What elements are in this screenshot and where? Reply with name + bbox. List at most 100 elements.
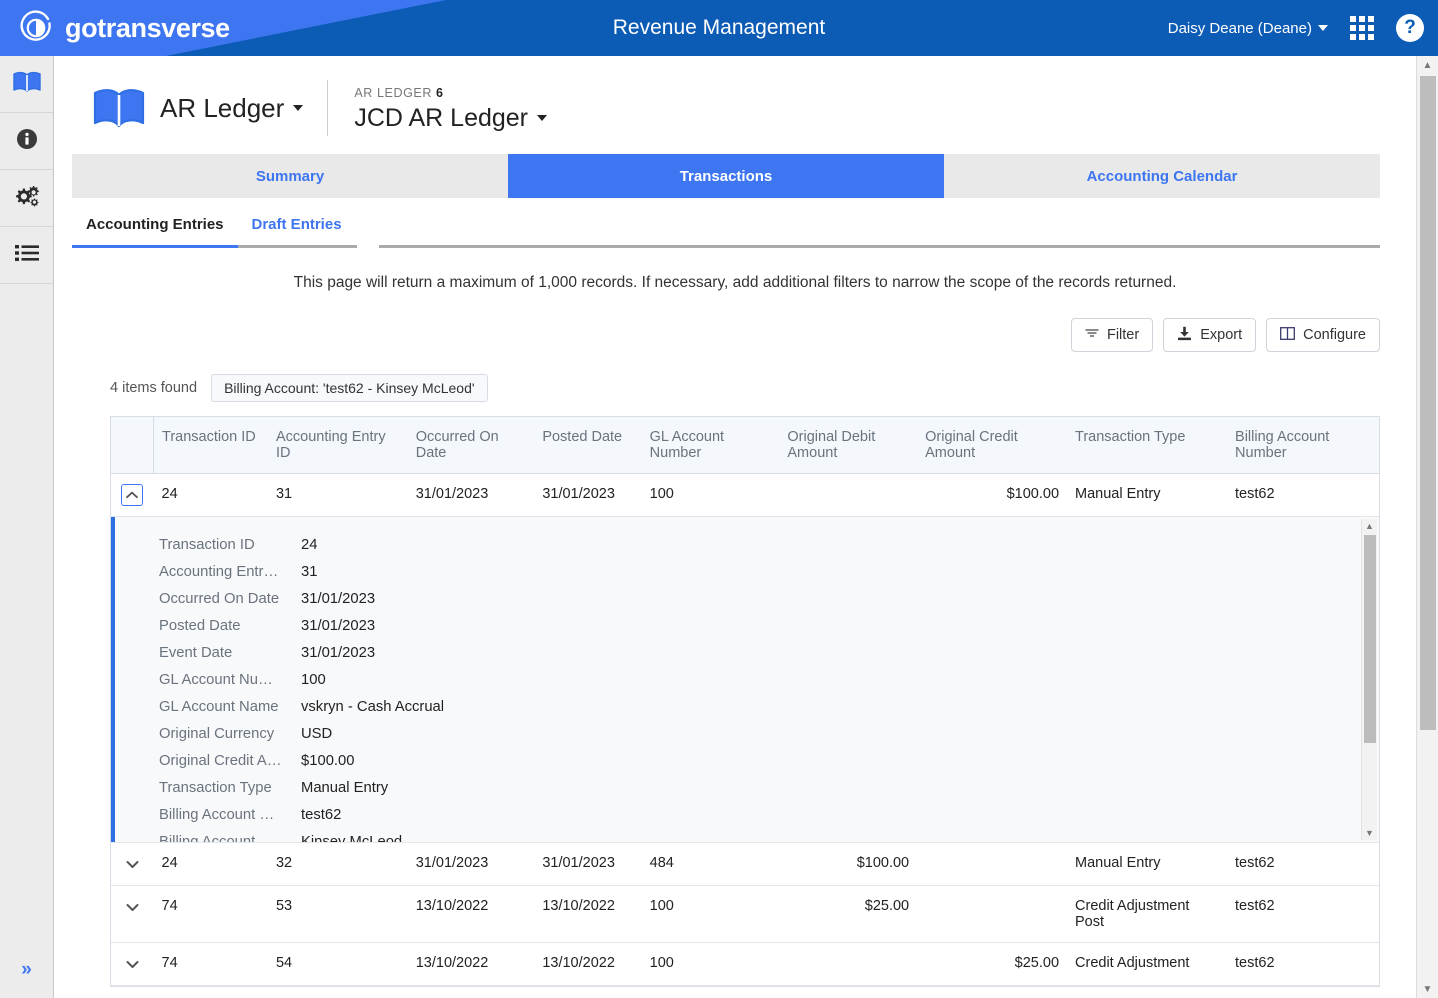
cell-posted-date: 31/01/2023 [534,473,642,517]
user-menu[interactable]: Daisy Deane (Deane) [1168,20,1328,37]
detail-value: $100.00 [301,752,355,769]
scroll-down-icon[interactable]: ▼ [1362,826,1377,840]
subtab-draft-entries[interactable]: Draft Entries [238,216,356,245]
page-header: AR Ledger AR LEDGER 6 JCD AR Ledger [54,56,1416,142]
sidebar-expand-button[interactable]: » [0,942,53,998]
detail-label: Original Credit A… [159,752,282,769]
detail-label: GL Account Nu… [159,671,273,688]
sidebar-item-list[interactable] [0,227,53,284]
filter-button-label: Filter [1106,327,1140,343]
column-header-posted-date[interactable]: Posted Date [534,417,642,474]
column-header-transaction-id[interactable]: Transaction ID [153,417,268,474]
cell-occurred-on-date: 13/10/2022 [407,885,535,943]
detail-label: Transaction ID [159,536,255,553]
left-sidebar: » [0,56,54,998]
sidebar-item-settings[interactable] [0,170,53,227]
configure-button-label: Configure [1303,327,1366,343]
column-header-occurred-on-date[interactable]: Occurred On Date [407,417,535,474]
sidebar-item-info[interactable] [0,113,53,170]
detail-value: Manual Entry [301,779,389,796]
chevron-down-icon[interactable] [121,853,143,875]
detail-value: vskryn - Cash Accrual [301,698,445,715]
detail-panel-scrollbar[interactable]: ▲ ▼ [1361,519,1377,840]
export-icon [1177,326,1192,345]
scroll-up-icon[interactable]: ▲ [1362,519,1377,533]
app-header: gotransverse Revenue Management Daisy De… [0,0,1438,56]
detail-value: 31 [301,563,318,580]
cell-original-credit-amount [917,842,1068,886]
table-row[interactable]: 74 54 13/10/2022 13/10/2022 100 $25.00 C… [111,942,1379,986]
cell-posted-date: 31/01/2023 [534,842,642,886]
chevron-up-icon[interactable] [121,484,144,506]
cell-original-debit-amount: $25.00 [779,885,918,943]
scroll-up-icon[interactable]: ▲ [1417,56,1438,74]
subtab-accounting-entries[interactable]: Accounting Entries [72,216,238,245]
table-row[interactable]: 74 53 13/10/2022 13/10/2022 100 $25.00 C… [111,885,1379,943]
page-scrollbar[interactable]: ▲ ▼ [1416,56,1438,998]
detail-field: Billing Account … test62 [159,801,1379,828]
ar-ledger-selector[interactable]: AR Ledger [160,93,304,124]
table-row[interactable]: 24 31 31/01/2023 31/01/2023 100 $100.00 … [111,473,1379,517]
cell-occurred-on-date: 31/01/2023 [407,473,535,517]
detail-scroll-thumb[interactable] [1364,535,1376,743]
main-tabs: Summary Transactions Accounting Calendar [72,154,1380,198]
column-header-transaction-type[interactable]: Transaction Type [1067,417,1228,474]
table-row[interactable]: 24 32 31/01/2023 31/01/2023 484 $100.00 … [111,842,1379,886]
detail-value: 31/01/2023 [301,590,376,607]
column-header-billing-account-number[interactable]: Billing Account Number [1227,417,1379,474]
cell-accounting-entry-id: 54 [267,942,408,986]
detail-field-list: Transaction ID 24 Accounting Entr… 31 Occu… [115,517,1379,843]
cell-transaction-id: 74 [153,885,268,943]
cell-original-debit-amount: $100.00 [779,842,918,886]
cell-billing-account-number: test62 [1227,942,1379,986]
page-scroll-thumb[interactable] [1420,76,1436,730]
scroll-down-icon[interactable]: ▼ [1417,980,1438,998]
ledger-name-selector[interactable]: JCD AR Ledger [354,103,548,133]
export-button[interactable]: Export [1163,318,1257,352]
column-header-accounting-entry-id[interactable]: Accounting Entry ID [267,417,408,474]
grid-apps-icon[interactable] [1350,16,1374,40]
column-header-gl-account-number[interactable]: GL Account Number [641,417,780,474]
cell-transaction-id: 24 [153,473,268,517]
detail-field: Accounting Entr… 31 [159,558,1379,585]
chevron-down-icon[interactable] [121,896,143,918]
cell-posted-date: 13/10/2022 [534,942,642,986]
cell-transaction-type: Manual Entry [1067,842,1228,886]
detail-field: Event Date 31/01/2023 [159,639,1379,666]
cell-gl-account-number: 100 [641,885,780,943]
column-header-original-credit-amount[interactable]: Original Credit Amount [917,417,1068,474]
chevron-down-icon [537,115,548,121]
detail-label: Original Currency [159,725,275,742]
tab-transactions[interactable]: Transactions [508,154,944,198]
cell-posted-date: 13/10/2022 [534,885,642,943]
ledger-name: JCD AR Ledger [354,103,529,132]
export-button-label: Export [1200,327,1243,343]
filter-icon [1085,327,1099,343]
column-header-original-debit-amount[interactable]: Original Debit Amount [779,417,918,474]
tab-accounting-calendar[interactable]: Accounting Calendar [944,154,1380,198]
detail-label: Accounting Entr… [159,563,279,580]
detail-value: Kinsey McLeod [301,833,403,843]
header-actions: Daisy Deane (Deane) ? [1168,0,1424,56]
ledger-context-label: AR LEDGER 6 [354,86,443,100]
records-limit-notice: This page will return a maximum of 1,000… [293,274,1177,291]
detail-value: USD [301,725,333,742]
gotransverse-logo-icon [18,10,54,46]
accounting-entries-table: Transaction ID Accounting Entry ID Occur… [110,416,1380,987]
chevron-down-icon[interactable] [121,953,143,975]
cell-transaction-type: Credit Adjustment Post [1067,885,1228,943]
detail-field: Original Currency USD [159,720,1379,747]
help-circle-icon[interactable]: ? [1396,14,1424,42]
open-book-icon [12,70,42,99]
filter-button[interactable]: Filter [1070,318,1154,352]
cell-original-debit-amount [779,473,918,517]
configure-button[interactable]: Configure [1266,318,1380,352]
tab-summary[interactable]: Summary [72,154,508,198]
cell-transaction-type: Manual Entry [1067,473,1228,517]
active-filter-chip[interactable]: Billing Account: 'test62 - Kinsey McLeod… [211,374,488,402]
detail-label: Occurred On Date [159,590,280,607]
detail-label: Transaction Type [159,779,272,796]
brand[interactable]: gotransverse [18,8,230,48]
sidebar-item-ar-ledger[interactable] [0,56,53,113]
cell-gl-account-number: 100 [641,942,780,986]
